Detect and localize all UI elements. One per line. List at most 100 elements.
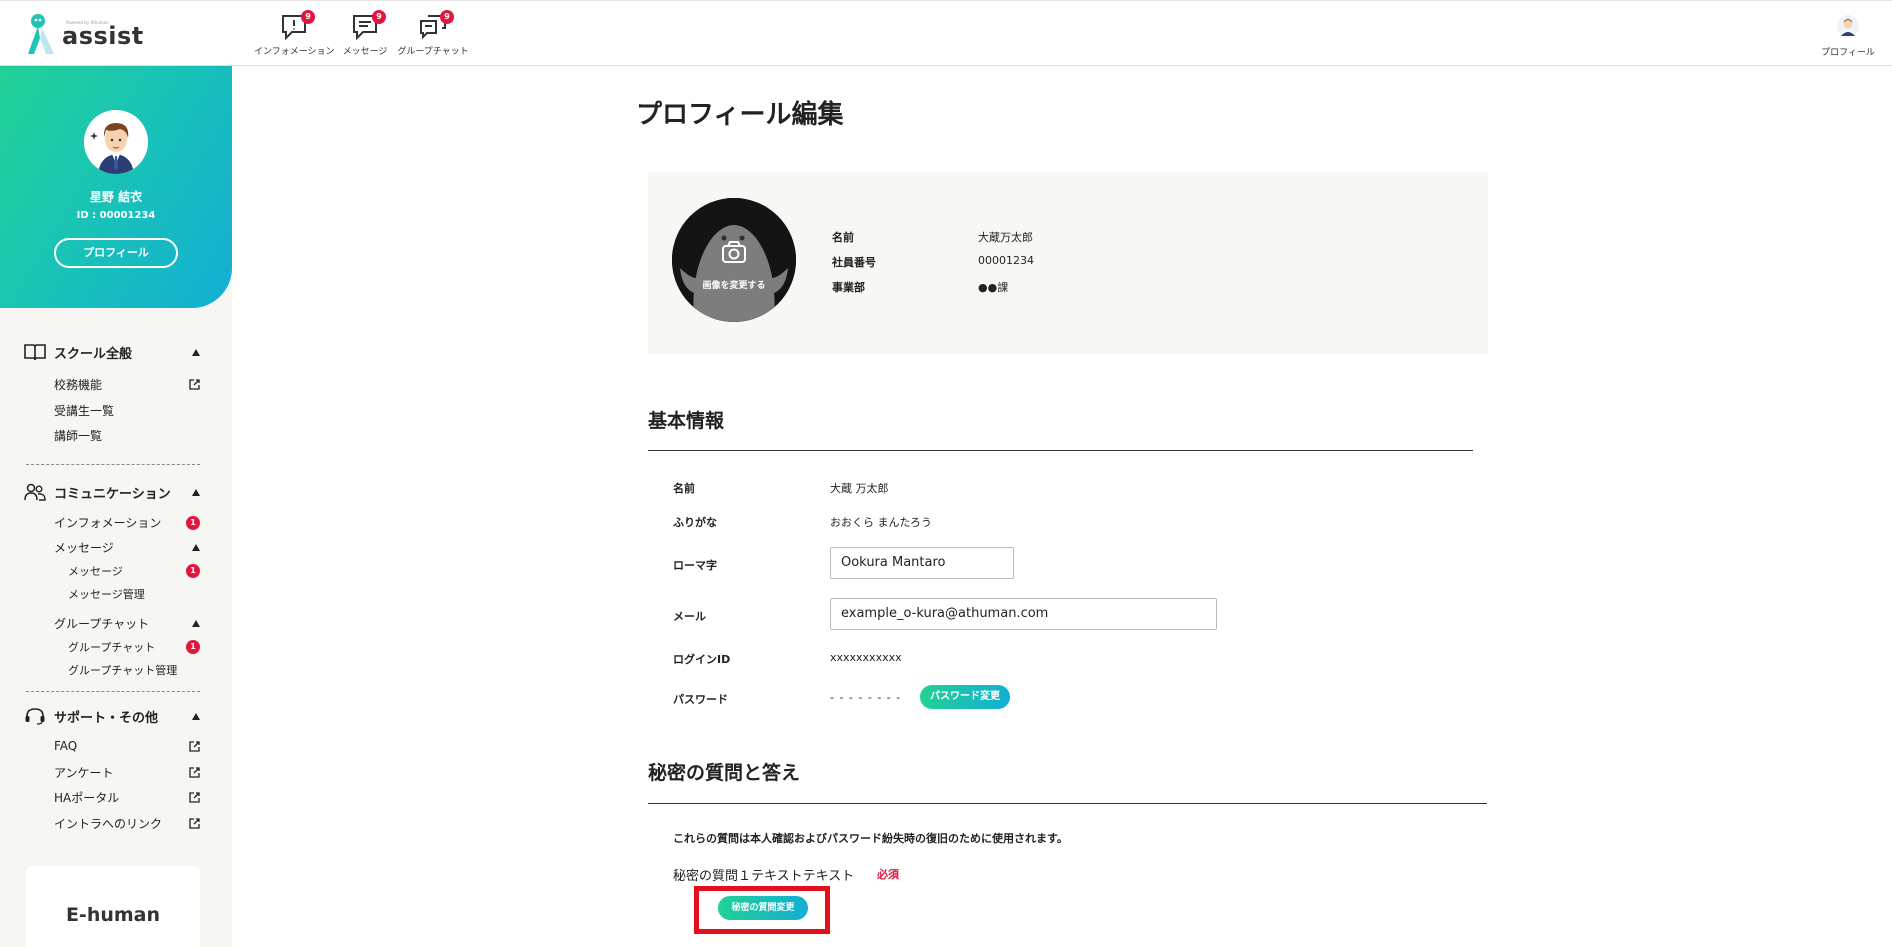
- section-title: スクール全般: [54, 346, 133, 362]
- nav-badge: 9: [372, 10, 386, 24]
- caret-up-icon: [192, 348, 200, 356]
- password-label: パスワード: [673, 693, 728, 706]
- banner-text: E-human: [65, 904, 161, 926]
- sidebar-item-label: メッセージ管理: [68, 588, 145, 601]
- sidebar-item-intranet-link[interactable]: イントラへのリンク: [54, 815, 200, 832]
- card-division-label: 事業部: [832, 281, 865, 294]
- secret-qa-note: これらの質問は本人確認およびパスワード紛失時の復旧のために使用されます。: [673, 832, 1068, 845]
- user-id: ID : 00001234: [76, 210, 156, 221]
- email-input[interactable]: example_o-kura@athuman.com: [830, 598, 1217, 630]
- section-school-general[interactable]: スクール全般: [24, 342, 200, 362]
- sidebar-subitem-group-chat-admin[interactable]: グループチャット管理: [68, 662, 200, 678]
- caret-up-icon: [192, 712, 200, 720]
- external-link-icon: [189, 767, 200, 778]
- sidebar-item-label: 校務機能: [54, 378, 103, 392]
- external-link-icon: [189, 740, 200, 752]
- external-link-icon: [189, 792, 200, 803]
- kana-label: ふりがな: [673, 516, 717, 529]
- book-icon: [24, 344, 46, 361]
- card-employee-no-label: 社員番号: [832, 256, 876, 269]
- header-profile-label: プロフィール: [1821, 48, 1875, 58]
- section-communication[interactable]: コミュニケーション: [24, 482, 200, 502]
- nav-badge: 9: [440, 10, 454, 24]
- card-employee-no-value: 00001234: [978, 254, 1034, 267]
- login-id-value: xxxxxxxxxxx: [830, 651, 902, 664]
- email-label: メール: [673, 610, 706, 623]
- basic-info-title: 基本情報: [648, 410, 725, 432]
- caret-up-icon: [192, 544, 200, 551]
- page-title: プロフィール編集: [636, 100, 844, 130]
- nav-information[interactable]: 9 インフォメーション: [254, 9, 335, 57]
- change-photo-label: 画像を変更する: [702, 281, 766, 291]
- user-name: 星野 結衣: [89, 190, 143, 204]
- section-support[interactable]: サポート・その他: [24, 706, 200, 726]
- sidebar-subitem-message-admin[interactable]: メッセージ管理: [68, 586, 200, 602]
- change-secret-question-button[interactable]: 秘密の質問変更: [718, 896, 808, 920]
- profile-summary-card: 画像を変更する 名前 大蔵万太郎 社員番号 00001234 事業部 ●●課: [648, 172, 1488, 354]
- sidebar-item-label: メッセージ: [54, 541, 114, 555]
- sidebar-item-teachers[interactable]: 講師一覧: [54, 427, 200, 444]
- section-title: サポート・その他: [54, 710, 159, 726]
- name-value: 大蔵 万太郎: [830, 482, 889, 495]
- sidebar-item-label: メッセージ: [68, 565, 123, 578]
- divider: [26, 691, 200, 692]
- profile-button[interactable]: プロフィール: [54, 238, 178, 268]
- nav-badge: 9: [301, 10, 315, 24]
- count-badge: 1: [186, 564, 200, 578]
- section-divider: [648, 803, 1487, 804]
- login-id-label: ログインID: [673, 653, 731, 666]
- sidebar-item-label: 講師一覧: [54, 429, 103, 443]
- users-icon: [24, 483, 46, 501]
- sidebar-item-message[interactable]: メッセージ: [54, 539, 200, 556]
- name-label: 名前: [673, 482, 695, 495]
- roman-name-input[interactable]: Ookura Mantaro: [830, 547, 1014, 579]
- sidebar-item-label: グループチャット: [68, 641, 156, 654]
- sidebar-item-label: HAポータル: [54, 791, 120, 805]
- sidebar-item-label: FAQ: [54, 739, 78, 753]
- count-badge: 1: [186, 515, 200, 530]
- sidebar: 星野 結衣 ID : 00001234 プロフィール スクール全般 校務機能 受…: [0, 66, 232, 947]
- sidebar-item-school-affairs[interactable]: 校務機能: [54, 376, 200, 393]
- sidebar-item-faq[interactable]: FAQ: [54, 739, 200, 753]
- avatar-icon: [1837, 15, 1859, 37]
- sidebar-item-information[interactable]: インフォメーション 1: [54, 514, 200, 531]
- required-badge: 必須: [877, 868, 899, 881]
- sidebar-subitem-group-chat[interactable]: グループチャット 1: [68, 639, 200, 655]
- profile-photo[interactable]: 画像を変更する: [672, 198, 796, 322]
- kana-value: おおくら まんたろう: [830, 516, 932, 529]
- logo-text: assist: [62, 22, 144, 50]
- card-division-value: ●●課: [978, 281, 1009, 294]
- nav-label: インフォメーション: [254, 47, 335, 57]
- sidebar-user-panel: 星野 結衣 ID : 00001234 プロフィール: [0, 66, 232, 308]
- sidebar-item-label: インフォメーション: [54, 516, 162, 530]
- external-link-icon: [189, 379, 200, 390]
- card-name-label: 名前: [832, 231, 854, 244]
- divider: [26, 464, 200, 465]
- sidebar-item-label: グループチャット: [54, 617, 150, 631]
- sidebar-subitem-message[interactable]: メッセージ 1: [68, 563, 200, 579]
- message-bubble-icon: 9: [350, 10, 386, 41]
- user-avatar: [84, 110, 148, 174]
- sidebar-item-survey[interactable]: アンケート: [54, 764, 200, 781]
- sidebar-item-ha-portal[interactable]: HAポータル: [54, 789, 200, 806]
- external-link-icon: [189, 818, 200, 829]
- change-password-button[interactable]: パスワード変更: [920, 685, 1010, 709]
- sidebar-item-students[interactable]: 受講生一覧: [54, 402, 200, 419]
- assist-logo[interactable]: Powered by Athuman assist: [24, 11, 144, 57]
- nav-label: グループチャット: [397, 47, 469, 57]
- caret-up-icon: [192, 620, 200, 627]
- headset-icon: [25, 708, 45, 725]
- sidebar-item-label: イントラへのリンク: [54, 817, 163, 831]
- nav-group-chat[interactable]: 9 グループチャット: [393, 9, 473, 57]
- sidebar-item-label: アンケート: [54, 766, 114, 780]
- header-profile[interactable]: プロフィール: [1818, 15, 1878, 58]
- ghost-avatar-icon: [672, 198, 796, 322]
- e-human-banner[interactable]: E-human: [26, 866, 200, 947]
- roman-label: ローマ字: [673, 559, 717, 572]
- sidebar-item-group-chat[interactable]: グループチャット: [54, 615, 200, 632]
- caret-up-icon: [192, 488, 200, 496]
- top-header: Powered by Athuman assist 9 インフォメーション 9 …: [0, 0, 1892, 66]
- secret-question-1: 秘密の質問１テキストテキスト: [673, 869, 855, 884]
- info-bubble-icon: 9: [279, 10, 315, 41]
- sidebar-item-label: グループチャット管理: [68, 664, 178, 677]
